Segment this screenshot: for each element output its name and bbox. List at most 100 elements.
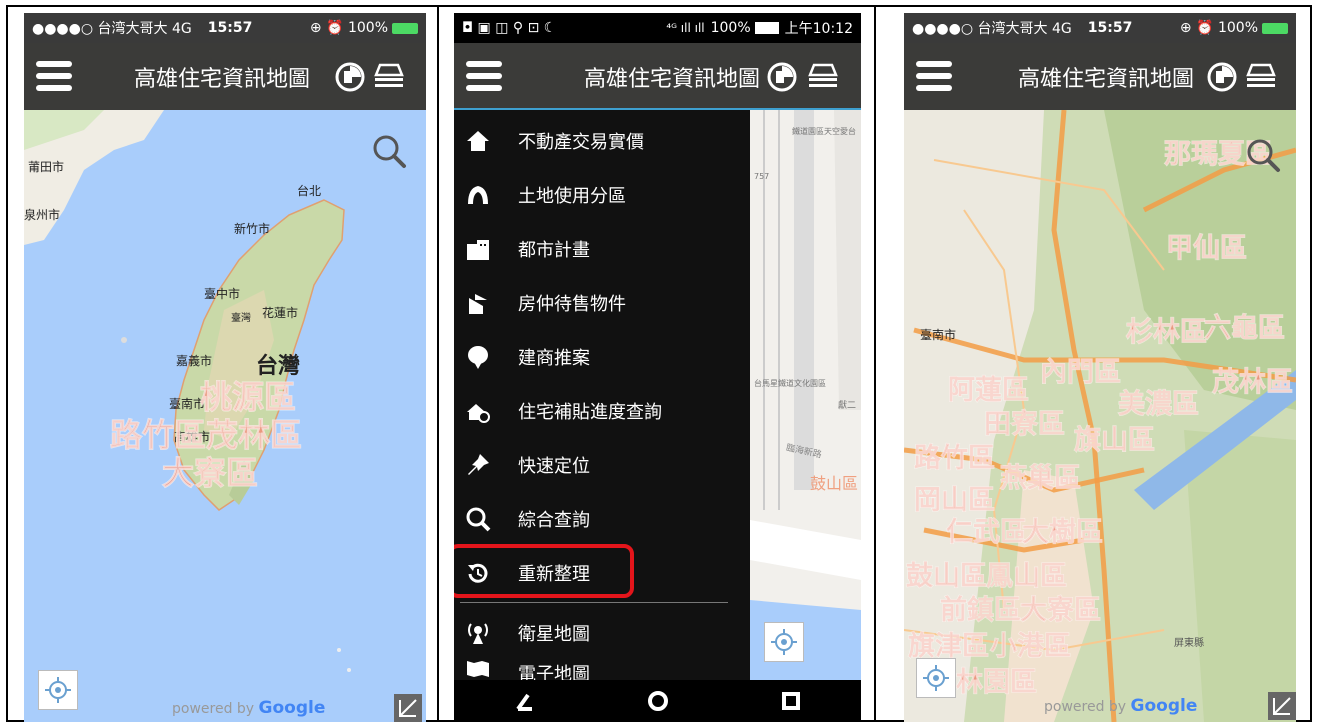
map-label: 臺南市 [920,328,957,342]
layers-icon[interactable] [372,61,406,93]
pie-chart-icon[interactable] [766,61,800,93]
clock: 15:57 [1087,20,1133,36]
district-label: 六龜區 [1204,313,1286,345]
clock: 上午10:12 [784,21,853,37]
layers-icon[interactable] [1244,61,1278,93]
pie-chart-icon[interactable] [334,61,368,93]
powered-by-google: powered by Google [172,698,325,718]
menu-item-agent-listings[interactable]: 房仲待售物件 [454,276,744,330]
menu-item-land-use-zoning[interactable]: 土地使用分區 [454,168,744,222]
menu-item-label: 建商推案 [518,348,590,369]
app-title: 高雄住宅資訊地圖 [134,67,311,92]
crosshair-icon [45,677,71,703]
pie-chart-icon[interactable] [1206,61,1240,93]
map-label: 757 [754,172,770,181]
app-header: 高雄住宅資訊地圖 [904,43,1296,110]
map-label: 莆田市 [28,160,65,174]
menu-hamburger-icon[interactable] [916,61,952,93]
clock: 15:57 [207,20,253,36]
district-label: 林園區 [956,667,1038,699]
menu-hamburger-icon[interactable] [466,61,502,93]
app-title: 高雄住宅資訊地圖 [584,67,761,92]
signal-icon: ⁴ᴳ ıll ıll [666,21,705,35]
menu-item-label: 住宅補貼進度查詢 [518,402,662,423]
district-label: 甲仙區 [1166,233,1248,265]
powered-label: powered by [1044,699,1127,715]
menu-item-urban-planning[interactable]: 都市計畫 [454,222,744,276]
locate-button[interactable] [916,658,956,698]
menu-item-quick-locate[interactable]: 快速定位 [454,438,744,492]
menu-item-label: 衛星地圖 [518,624,590,645]
carrier-label: ●●●●○ 台湾大哥大 4G [32,21,192,37]
menu-item-label: 綜合查詢 [518,510,590,531]
google-logo: Google [258,698,326,718]
notification-icons: ◘ ▣ ◫ ⚲ ⊡ ☾ [462,20,557,36]
menu-item-label: 電子地圖 [518,664,590,680]
menu-item-label: 土地使用分區 [518,186,626,207]
menu-item-transaction-price[interactable]: 不動產交易實價 [454,114,744,168]
district-label: 大樹區 [1022,517,1104,549]
powered-label: powered by [172,701,255,717]
district-label: 大寮區 [1020,595,1102,627]
district-label: 旗山區 [1074,425,1156,457]
district-label: 田寮區 [984,409,1066,441]
map-label: 臺中市 [204,287,241,301]
recent-apps-icon[interactable] [780,690,802,712]
district-label: 前鎮區 [940,595,1022,627]
google-logo: Google [1130,696,1198,716]
map-view[interactable]: 莆田市 泉州市 台北 新竹市 臺中市 臺灣 花蓮市 嘉義市 台灣 臺南市 高雄市… [24,110,426,722]
search-icon [466,507,491,532]
app-header: 高雄住宅資訊地圖 [454,43,861,110]
expand-icon[interactable] [1268,692,1296,720]
locate-button[interactable] [764,622,804,662]
menu-item-satellite-map[interactable]: 衛星地圖 [454,606,744,660]
phone-panel-3: ●●●●○ 台湾大哥大 4G 15:57 ⊕ ⏰ 100% 高雄住宅資訊地圖 臺… [904,13,1296,722]
status-bar: ●●●●○ 台湾大哥大 4G 15:57 ⊕ ⏰ 100% [904,13,1296,43]
battery-label: ⊕ ⏰ 100% [309,20,388,36]
menu-item-combined-search[interactable]: 綜合查詢 [454,492,744,546]
satellite-icon [468,623,488,644]
map-icon [467,661,489,677]
map-label: 獻二 [838,401,857,411]
map-label: 花蓮市 [262,306,299,320]
crosshair-icon [923,665,949,691]
panel-divider [874,5,876,722]
map-label: 鐵道園區天空愛台 [792,127,856,136]
phone-panel-2: ◘ ▣ ◫ ⚲ ⊡ ☾ ⁴ᴳ ıll ıll 100% 上午10:12 高雄住宅… [454,13,861,722]
map-label: 鼓山區 [810,474,859,493]
district-label: 路竹區 [914,443,996,475]
home-icon[interactable] [646,689,670,713]
locate-button[interactable] [38,670,78,710]
menu-item-label: 都市計畫 [518,240,590,261]
battery-label: 100% [710,20,751,36]
district-label: 杉林區 [1126,317,1208,349]
district-label: 小港區 [990,631,1072,663]
menu-item-label: 不動產交易實價 [518,132,644,153]
map-label: 台北 [297,184,322,198]
menu-item-label: 快速定位 [518,456,590,477]
map-label: 新竹市 [234,222,271,236]
pushpin-icon [468,454,489,475]
building-icon [467,240,489,260]
district-label: 美濃區 [1118,389,1200,421]
district-label: 內門區 [1040,357,1122,389]
layers-icon[interactable] [806,61,840,93]
district-label: 茂林區 [1212,367,1294,399]
menu-item-electronic-map[interactable]: 電子地圖 [454,656,744,680]
back-icon[interactable] [512,689,538,713]
status-bar: ●●●●○ 台湾大哥大 4G 15:57 ⊕ ⏰ 100% [24,13,426,43]
search-icon[interactable] [1244,136,1282,174]
battery-icon [1262,22,1288,34]
house-icon [467,131,489,151]
menu-divider [460,602,728,603]
expand-icon[interactable] [394,694,422,722]
menu-hamburger-icon[interactable] [36,61,72,93]
map-view[interactable]: 臺南市 屏東縣 那瑪夏區 甲仙區 杉林區 六龜區 內門區 阿蓮區 美濃區 茂林區… [904,110,1296,722]
menu-item-builder-projects[interactable]: 建商推案 [454,330,744,384]
search-icon[interactable] [370,132,408,170]
menu-item-label: 房仲待售物件 [518,294,626,315]
menu-item-subsidy-progress[interactable]: 住宅補貼進度查詢 [454,384,744,438]
android-nav-bar [454,680,861,722]
phone-panel-1: ●●●●○ 台湾大哥大 4G 15:57 ⊕ ⏰ 100% 高雄住宅資訊地圖 莆… [24,13,426,722]
battery-icon [392,22,418,34]
